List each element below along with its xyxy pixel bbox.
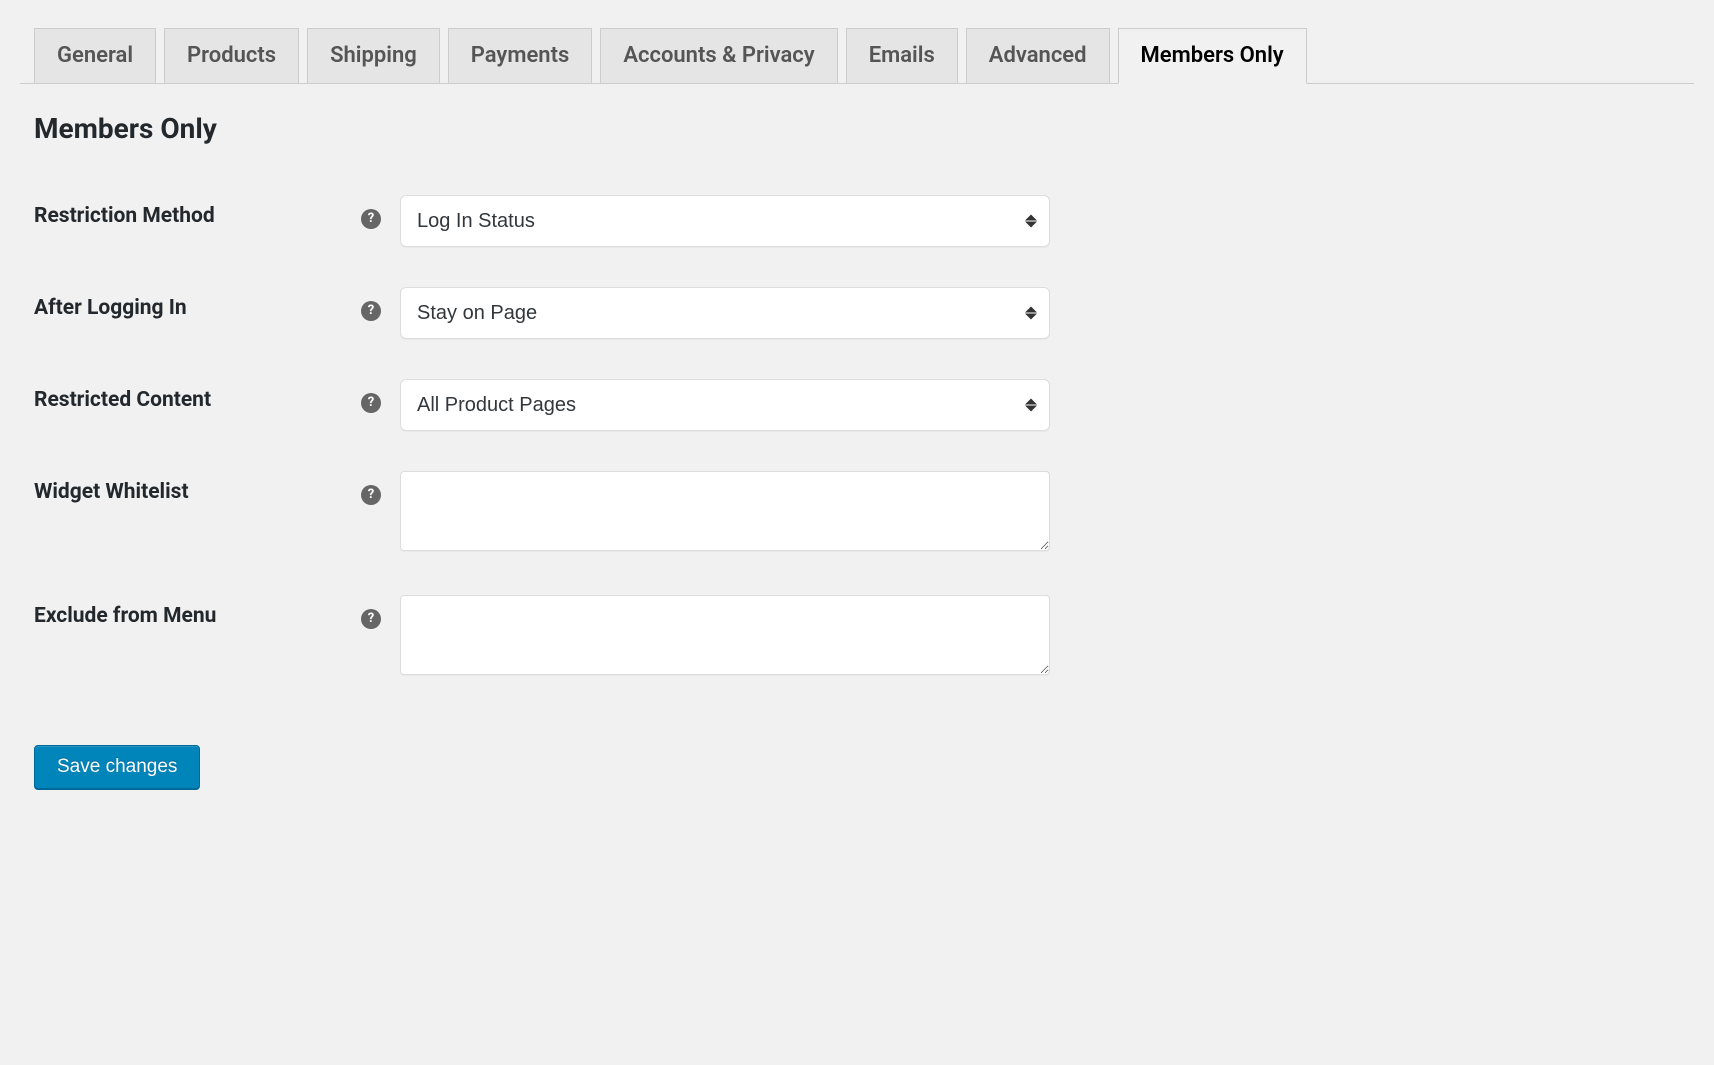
- after-logging-in-label: After Logging In: [20, 277, 360, 369]
- widget-whitelist-label: Widget Whitelist: [20, 461, 360, 585]
- tab-advanced[interactable]: Advanced: [966, 28, 1110, 83]
- restriction-method-label: Restriction Method: [20, 185, 360, 277]
- settings-form: Restriction Method ? Log In Status After…: [20, 185, 1694, 709]
- help-icon[interactable]: ?: [361, 485, 381, 505]
- restricted-content-label: Restricted Content: [20, 369, 360, 461]
- tab-shipping[interactable]: Shipping: [307, 28, 440, 83]
- after-logging-in-select-wrap: Stay on Page: [400, 287, 1050, 339]
- help-icon[interactable]: ?: [361, 609, 381, 629]
- restriction-method-select-wrap: Log In Status: [400, 195, 1050, 247]
- exclude-from-menu-input[interactable]: [400, 595, 1050, 675]
- tab-products[interactable]: Products: [164, 28, 299, 83]
- widget-whitelist-input[interactable]: [400, 471, 1050, 551]
- help-icon[interactable]: ?: [361, 301, 381, 321]
- help-icon[interactable]: ?: [361, 393, 381, 413]
- save-changes-button[interactable]: Save changes: [34, 745, 200, 789]
- settings-tabs: General Products Shipping Payments Accou…: [20, 0, 1694, 84]
- tab-members-only[interactable]: Members Only: [1118, 28, 1307, 84]
- after-logging-in-select[interactable]: Stay on Page: [401, 288, 1049, 338]
- help-icon[interactable]: ?: [361, 209, 381, 229]
- tab-general[interactable]: General: [34, 28, 156, 83]
- tab-emails[interactable]: Emails: [846, 28, 958, 83]
- section-title: Members Only: [34, 112, 1694, 145]
- restriction-method-select[interactable]: Log In Status: [401, 196, 1049, 246]
- tab-accounts-privacy[interactable]: Accounts & Privacy: [600, 28, 837, 83]
- restricted-content-select-wrap: All Product Pages: [400, 379, 1050, 431]
- exclude-from-menu-label: Exclude from Menu: [20, 585, 360, 709]
- restricted-content-select[interactable]: All Product Pages: [401, 380, 1049, 430]
- tab-payments[interactable]: Payments: [448, 28, 593, 83]
